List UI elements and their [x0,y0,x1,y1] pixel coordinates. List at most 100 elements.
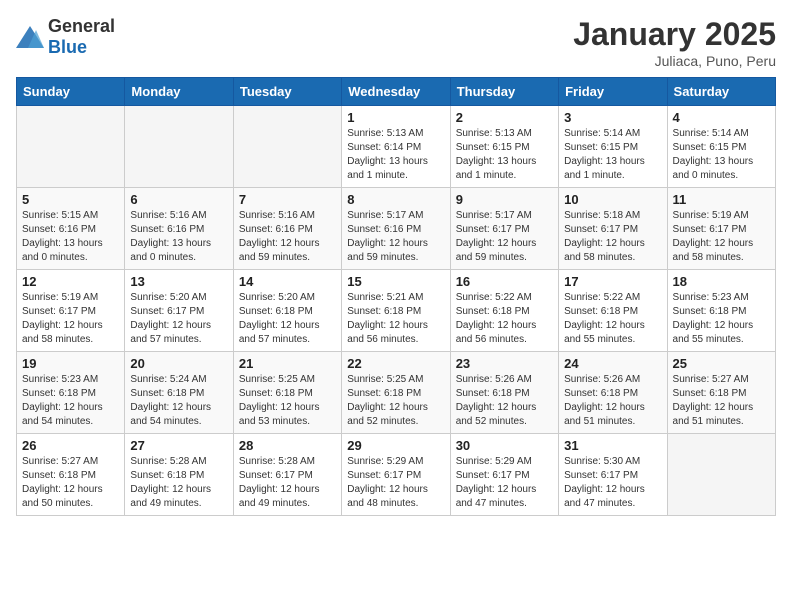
day-info: Sunrise: 5:24 AMSunset: 6:18 PMDaylight:… [130,373,227,429]
day-number: 14 [239,274,336,289]
day-info: Sunrise: 5:23 AMSunset: 6:18 PMDaylight:… [22,373,119,429]
day-info: Sunrise: 5:16 AMSunset: 6:16 PMDaylight:… [239,209,336,265]
day-info: Sunrise: 5:20 AMSunset: 6:18 PMDaylight:… [239,291,336,347]
day-info: Sunrise: 5:29 AMSunset: 6:17 PMDaylight:… [347,455,444,511]
calendar-cell: 29 Sunrise: 5:29 AMSunset: 6:17 PMDayligh… [342,434,450,516]
weekday-header-row: SundayMondayTuesdayWednesdayThursdayFrid… [17,78,776,106]
day-number: 15 [347,274,444,289]
weekday-header-tuesday: Tuesday [233,78,341,106]
calendar-cell [233,106,341,188]
day-number: 30 [456,438,553,453]
calendar-cell: 3 Sunrise: 5:14 AMSunset: 6:15 PMDaylight… [559,106,667,188]
calendar-subtitle: Juliaca, Puno, Peru [573,53,776,69]
weekday-header-wednesday: Wednesday [342,78,450,106]
day-info: Sunrise: 5:27 AMSunset: 6:18 PMDaylight:… [22,455,119,511]
day-info: Sunrise: 5:26 AMSunset: 6:18 PMDaylight:… [456,373,553,429]
calendar-title: January 2025 [573,16,776,53]
day-info: Sunrise: 5:14 AMSunset: 6:15 PMDaylight:… [673,127,770,183]
calendar-cell: 12 Sunrise: 5:19 AMSunset: 6:17 PMDayligh… [17,270,125,352]
day-number: 5 [22,192,119,207]
day-info: Sunrise: 5:30 AMSunset: 6:17 PMDaylight:… [564,455,661,511]
day-number: 27 [130,438,227,453]
day-info: Sunrise: 5:29 AMSunset: 6:17 PMDaylight:… [456,455,553,511]
calendar-week-row: 12 Sunrise: 5:19 AMSunset: 6:17 PMDayligh… [17,270,776,352]
calendar-cell: 27Sunrise: 5:28 AMSunset: 6:18 PMDayligh… [125,434,233,516]
day-info: Sunrise: 5:26 AMSunset: 6:18 PMDaylight:… [564,373,661,429]
logo-general: General [48,16,115,36]
title-block: January 2025 Juliaca, Puno, Peru [573,16,776,69]
calendar-cell: 5 Sunrise: 5:15 AMSunset: 6:16 PMDaylight… [17,188,125,270]
calendar-table: SundayMondayTuesdayWednesdayThursdayFrid… [16,77,776,516]
calendar-cell: 2Sunrise: 5:13 AMSunset: 6:15 PMDaylight… [450,106,558,188]
day-info: Sunrise: 5:14 AMSunset: 6:15 PMDaylight:… [564,127,661,183]
day-info: Sunrise: 5:22 AMSunset: 6:18 PMDaylight:… [456,291,553,347]
calendar-cell: 6Sunrise: 5:16 AMSunset: 6:16 PMDaylight… [125,188,233,270]
day-info: Sunrise: 5:25 AMSunset: 6:18 PMDaylight:… [239,373,336,429]
day-number: 18 [673,274,770,289]
calendar-week-row: 26 Sunrise: 5:27 AMSunset: 6:18 PMDayligh… [17,434,776,516]
day-number: 22 [347,356,444,371]
day-number: 31 [564,438,661,453]
calendar-cell: 15 Sunrise: 5:21 AMSunset: 6:18 PMDayligh… [342,270,450,352]
weekday-header-friday: Friday [559,78,667,106]
day-info: Sunrise: 5:25 AMSunset: 6:18 PMDaylight:… [347,373,444,429]
calendar-cell: 11Sunrise: 5:19 AMSunset: 6:17 PMDayligh… [667,188,775,270]
day-info: Sunrise: 5:13 AMSunset: 6:15 PMDaylight:… [456,127,553,183]
calendar-cell [125,106,233,188]
calendar-cell: 17Sunrise: 5:22 AMSunset: 6:18 PMDayligh… [559,270,667,352]
calendar-week-row: 19 Sunrise: 5:23 AMSunset: 6:18 PMDayligh… [17,352,776,434]
day-info: Sunrise: 5:17 AMSunset: 6:16 PMDaylight:… [347,209,444,265]
calendar-cell: 8 Sunrise: 5:17 AMSunset: 6:16 PMDaylight… [342,188,450,270]
weekday-header-thursday: Thursday [450,78,558,106]
day-number: 12 [22,274,119,289]
logo-text: General Blue [48,16,115,58]
day-number: 4 [673,110,770,125]
day-info: Sunrise: 5:17 AMSunset: 6:17 PMDaylight:… [456,209,553,265]
day-number: 1 [347,110,444,125]
day-number: 9 [456,192,553,207]
day-number: 6 [130,192,227,207]
calendar-cell: 9 Sunrise: 5:17 AMSunset: 6:17 PMDaylight… [450,188,558,270]
calendar-cell: 26 Sunrise: 5:27 AMSunset: 6:18 PMDayligh… [17,434,125,516]
day-info: Sunrise: 5:21 AMSunset: 6:18 PMDaylight:… [347,291,444,347]
day-number: 19 [22,356,119,371]
day-number: 8 [347,192,444,207]
day-number: 21 [239,356,336,371]
weekday-header-sunday: Sunday [17,78,125,106]
calendar-week-row: 1Sunrise: 5:13 AMSunset: 6:14 PMDaylight… [17,106,776,188]
calendar-cell: 30 Sunrise: 5:29 AMSunset: 6:17 PMDayligh… [450,434,558,516]
calendar-cell: 28 Sunrise: 5:28 AMSunset: 6:17 PMDayligh… [233,434,341,516]
logo: General Blue [16,16,115,58]
logo-icon [16,26,44,48]
day-number: 25 [673,356,770,371]
calendar-cell: 18 Sunrise: 5:23 AMSunset: 6:18 PMDayligh… [667,270,775,352]
day-info: Sunrise: 5:19 AMSunset: 6:17 PMDaylight:… [22,291,119,347]
day-info: Sunrise: 5:18 AMSunset: 6:17 PMDaylight:… [564,209,661,265]
day-number: 24 [564,356,661,371]
calendar-cell [17,106,125,188]
day-number: 28 [239,438,336,453]
day-number: 7 [239,192,336,207]
calendar-cell: 19 Sunrise: 5:23 AMSunset: 6:18 PMDayligh… [17,352,125,434]
day-number: 17 [564,274,661,289]
weekday-header-monday: Monday [125,78,233,106]
calendar-cell: 10 Sunrise: 5:18 AMSunset: 6:17 PMDayligh… [559,188,667,270]
day-number: 26 [22,438,119,453]
day-number: 10 [564,192,661,207]
day-info: Sunrise: 5:15 AMSunset: 6:16 PMDaylight:… [22,209,119,265]
calendar-cell [667,434,775,516]
day-info: Sunrise: 5:27 AMSunset: 6:18 PMDaylight:… [673,373,770,429]
calendar-cell: 21 Sunrise: 5:25 AMSunset: 6:18 PMDayligh… [233,352,341,434]
day-info: Sunrise: 5:28 AMSunset: 6:17 PMDaylight:… [239,455,336,511]
calendar-cell: 4 Sunrise: 5:14 AMSunset: 6:15 PMDaylight… [667,106,775,188]
calendar-cell: 14 Sunrise: 5:20 AMSunset: 6:18 PMDayligh… [233,270,341,352]
day-number: 16 [456,274,553,289]
calendar-cell: 23Sunrise: 5:26 AMSunset: 6:18 PMDayligh… [450,352,558,434]
day-number: 29 [347,438,444,453]
page-header: General Blue January 2025 Juliaca, Puno,… [16,16,776,69]
day-number: 20 [130,356,227,371]
day-number: 11 [673,192,770,207]
calendar-cell: 16 Sunrise: 5:22 AMSunset: 6:18 PMDayligh… [450,270,558,352]
day-number: 3 [564,110,661,125]
day-info: Sunrise: 5:23 AMSunset: 6:18 PMDaylight:… [673,291,770,347]
